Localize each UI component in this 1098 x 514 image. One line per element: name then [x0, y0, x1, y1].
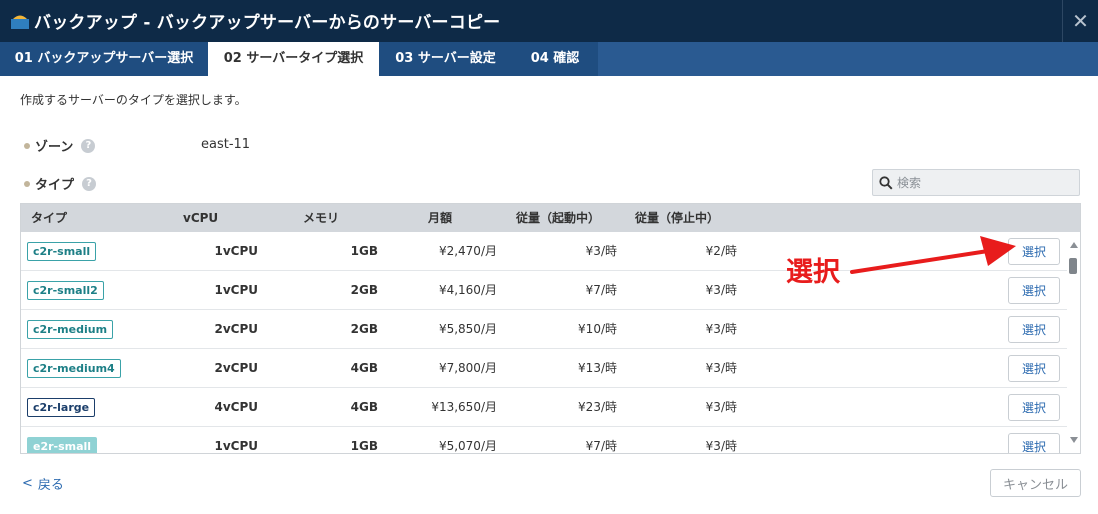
- table-scrollbar[interactable]: [1067, 232, 1080, 453]
- memory-cell: 4GB: [350, 400, 378, 414]
- annotation-label: 選択: [786, 257, 840, 288]
- back-link[interactable]: < 戻る: [22, 474, 64, 493]
- column-header-running[interactable]: 従量（起動中）: [516, 204, 600, 232]
- type-label: タイプ: [35, 178, 75, 193]
- column-header-monthly[interactable]: 月額: [428, 204, 452, 232]
- memory-cell: 4GB: [350, 361, 378, 375]
- memory-cell: 1GB: [350, 244, 378, 258]
- vcpu-cell: 4vCPU: [214, 400, 258, 414]
- close-icon[interactable]: ✕: [1062, 0, 1098, 42]
- vcpu-cell: 1vCPU: [214, 283, 258, 297]
- monthly-cell: ¥7,800/月: [438, 361, 497, 375]
- stopped-cell: ¥3/時: [705, 439, 737, 453]
- column-header-type[interactable]: タイプ: [31, 204, 67, 232]
- annotation-arrow-icon: [850, 236, 1016, 274]
- running-cell: ¥3/時: [585, 244, 617, 258]
- table-row: c2r-medium 2vCPU 2GB ¥5,850/月 ¥10/時 ¥3/時…: [21, 310, 1067, 349]
- vcpu-cell: 2vCPU: [214, 361, 258, 375]
- table-header: タイプ vCPU メモリ 月額 従量（起動中） 従量（停止中）: [21, 204, 1080, 232]
- bullet-icon: [24, 180, 30, 187]
- server-type-badge: c2r-large: [27, 398, 96, 417]
- help-icon[interactable]: ?: [81, 138, 96, 153]
- tab-backup-server-select[interactable]: 01 バックアップサーバー選択: [0, 42, 208, 76]
- server-type-badge: c2r-medium: [27, 320, 114, 339]
- search-box: [872, 169, 1080, 196]
- scroll-thumb[interactable]: [1069, 258, 1077, 274]
- search-input[interactable]: [897, 173, 1075, 192]
- monthly-cell: ¥2,470/月: [438, 244, 497, 258]
- running-cell: ¥7/時: [585, 283, 617, 297]
- select-button[interactable]: 選択: [1008, 316, 1060, 343]
- running-cell: ¥13/時: [578, 361, 617, 375]
- select-button[interactable]: 選択: [1008, 433, 1060, 453]
- window-title: バックアップ - バックアップサーバーからのサーバーコピー: [34, 13, 501, 33]
- server-type-badge: c2r-medium4: [27, 359, 121, 378]
- monthly-cell: ¥5,070/月: [438, 439, 497, 453]
- search-icon: [879, 176, 893, 190]
- stopped-cell: ¥3/時: [705, 361, 737, 375]
- running-cell: ¥10/時: [578, 322, 617, 336]
- stopped-cell: ¥3/時: [705, 283, 737, 297]
- tab-server-type-select[interactable]: 02 サーバータイプ選択: [208, 42, 379, 76]
- column-header-memory[interactable]: メモリ: [303, 204, 339, 232]
- back-label: 戻る: [37, 478, 64, 493]
- server-type-badge: c2r-small2: [27, 281, 104, 300]
- backup-icon: [11, 15, 29, 29]
- monthly-cell: ¥13,650/月: [431, 400, 497, 414]
- server-type-badge: c2r-small: [27, 242, 97, 261]
- select-button[interactable]: 選択: [1008, 277, 1060, 304]
- stopped-cell: ¥3/時: [705, 400, 737, 414]
- memory-cell: 1GB: [350, 439, 378, 453]
- monthly-cell: ¥4,160/月: [438, 283, 497, 297]
- table-row: c2r-large 4vCPU 4GB ¥13,650/月 ¥23/時 ¥3/時…: [21, 388, 1067, 427]
- type-label-group: タイプ ?: [24, 174, 97, 193]
- zone-label: ゾーン: [35, 140, 74, 155]
- title-bar: バックアップ - バックアップサーバーからのサーバーコピー ✕: [0, 0, 1098, 42]
- table-row: e2r-small 1vCPU 1GB ¥5,070/月 ¥7/時 ¥3/時 選…: [21, 427, 1067, 453]
- memory-cell: 2GB: [350, 283, 378, 297]
- tab-server-settings[interactable]: 03 サーバー設定: [379, 42, 512, 76]
- column-header-stopped[interactable]: 従量（停止中）: [635, 204, 719, 232]
- table-row: c2r-medium4 2vCPU 4GB ¥7,800/月 ¥13/時 ¥3/…: [21, 349, 1067, 388]
- running-cell: ¥23/時: [578, 400, 617, 414]
- help-icon[interactable]: ?: [82, 176, 97, 191]
- running-cell: ¥7/時: [585, 439, 617, 453]
- chevron-left-icon: <: [22, 476, 33, 491]
- scroll-up-icon[interactable]: [1070, 242, 1078, 248]
- select-button[interactable]: 選択: [1008, 394, 1060, 421]
- select-button[interactable]: 選択: [1008, 355, 1060, 382]
- server-type-badge: e2r-small: [27, 437, 98, 453]
- stopped-cell: ¥2/時: [705, 244, 737, 258]
- stopped-cell: ¥3/時: [705, 322, 737, 336]
- vcpu-cell: 2vCPU: [214, 322, 258, 336]
- column-header-vcpu[interactable]: vCPU: [183, 204, 218, 232]
- wizard-tabs: 01 バックアップサーバー選択 02 サーバータイプ選択 03 サーバー設定 0…: [0, 42, 1098, 76]
- memory-cell: 2GB: [350, 322, 378, 336]
- cancel-button[interactable]: キャンセル: [990, 469, 1081, 497]
- scroll-down-icon[interactable]: [1070, 437, 1078, 443]
- zone-label-group: ゾーン ?: [24, 136, 96, 155]
- step-description: 作成するサーバーのタイプを選択します。: [20, 93, 247, 107]
- vcpu-cell: 1vCPU: [214, 439, 258, 453]
- tab-confirm[interactable]: 04 確認: [512, 42, 598, 76]
- zone-value: east-11: [201, 137, 251, 152]
- vcpu-cell: 1vCPU: [214, 244, 258, 258]
- bullet-icon: [24, 142, 30, 149]
- monthly-cell: ¥5,850/月: [438, 322, 497, 336]
